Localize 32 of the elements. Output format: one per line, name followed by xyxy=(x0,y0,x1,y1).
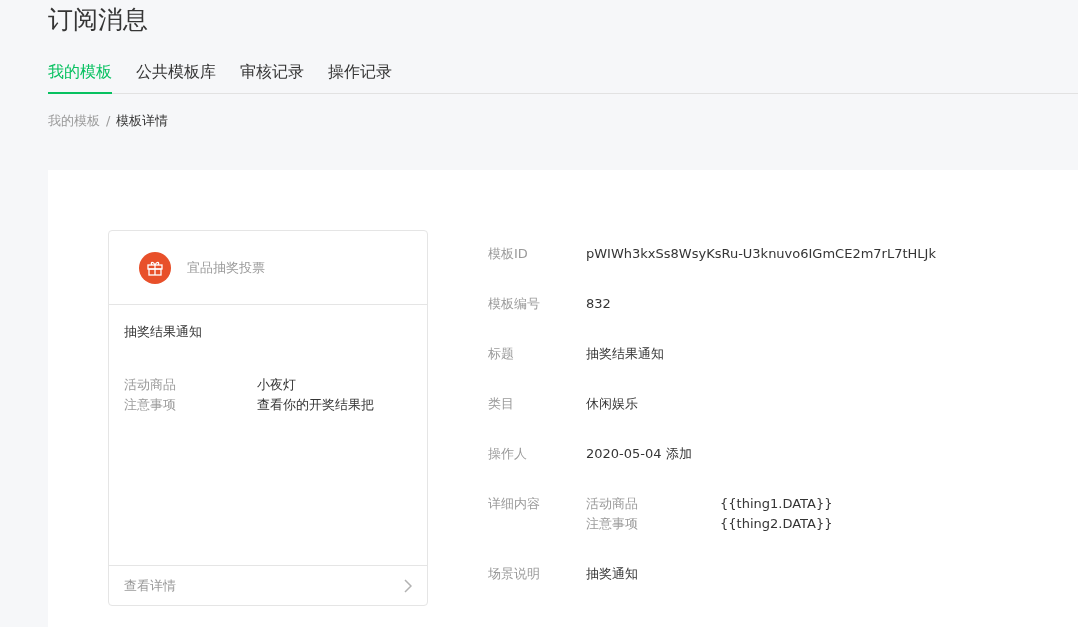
tab[interactable]: 审核记录 xyxy=(240,62,304,94)
field-label: 注意事项 xyxy=(124,396,177,414)
detail-label: 场景说明 xyxy=(488,565,541,583)
field-value: 查看你的开奖结果把 xyxy=(257,396,374,414)
link-text: 查看详情 xyxy=(124,576,176,595)
breadcrumb-item: 模板详情 xyxy=(116,112,169,130)
field-name: 活动商品 xyxy=(586,495,639,513)
detail-value: 抽奖通知 xyxy=(586,565,638,583)
detail-label: 类目 xyxy=(488,395,515,413)
detail-label: 模板ID xyxy=(488,245,529,263)
message-title: 抽奖结果通知 xyxy=(124,323,203,341)
detail-label: 详细内容 xyxy=(488,495,541,513)
field-name: 注意事项 xyxy=(586,515,639,533)
field-value: 小夜灯 xyxy=(257,376,296,394)
template-variable-text: {{thing2.DATA}} xyxy=(720,515,833,533)
detail-value: 抽奖结果通知 xyxy=(586,345,664,363)
detail-value: 832 xyxy=(586,295,611,313)
field-label: 活动商品 xyxy=(124,376,177,394)
tab[interactable]: 公共模板库 xyxy=(136,62,216,94)
chevron-right-icon xyxy=(404,578,412,593)
app-name: 宜品抽奖投票 xyxy=(187,258,265,277)
detail-value: pWIWh3kxSs8WsyKsRu-U3knuvo6IGmCE2m7rL7tHLJk xyxy=(586,245,936,263)
detail-value: 休闲娱乐 xyxy=(586,395,638,413)
detail-label: 标题 xyxy=(488,345,515,363)
template-variable-text: {{thing1.DATA}} xyxy=(720,495,833,513)
tab[interactable]: 操作记录 xyxy=(328,62,392,94)
page-title: 订阅消息 xyxy=(48,4,149,36)
detail-value: 2020-05-04 添加 xyxy=(586,445,692,463)
breadcrumb-separator: / xyxy=(106,112,111,130)
detail-label: 操作人 xyxy=(488,445,528,463)
gift-icon xyxy=(139,251,171,284)
detail-label: 模板编号 xyxy=(488,295,541,313)
